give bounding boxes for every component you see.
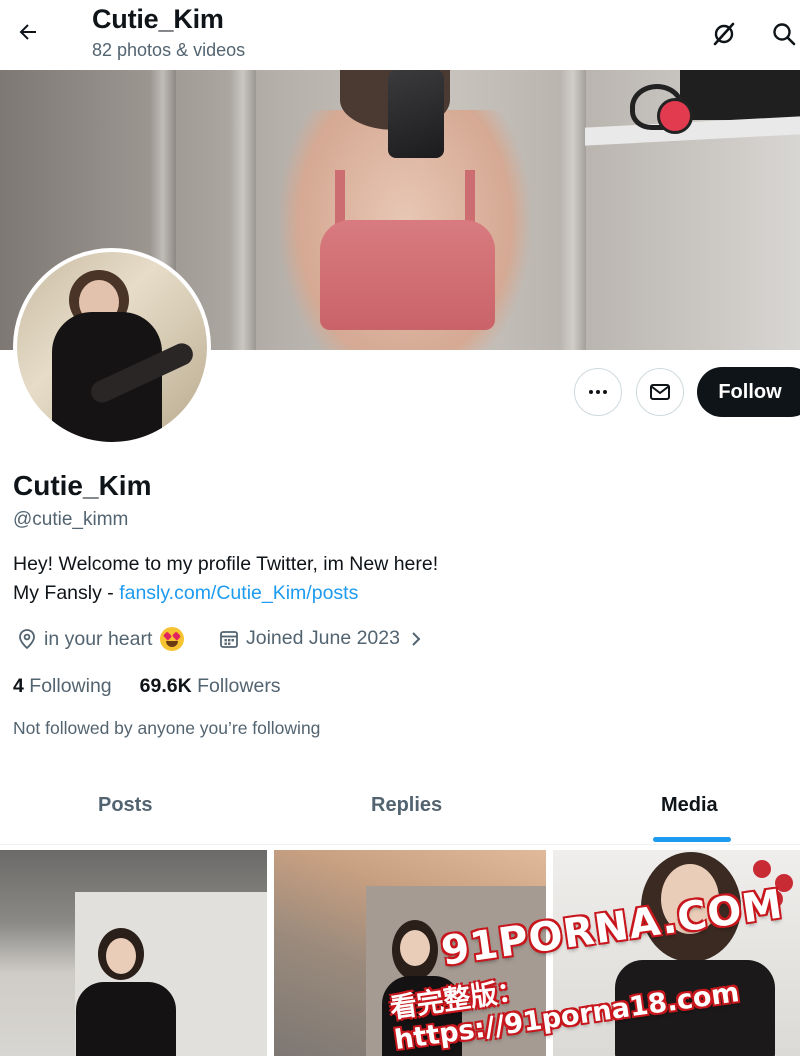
more-horizontal-icon [589, 390, 607, 394]
profile-handle: @cutie_kimm [13, 509, 129, 530]
following-count: 4 [13, 675, 24, 697]
media-decor [753, 860, 771, 878]
banner-decor [320, 220, 495, 330]
tab-media[interactable]: Media [661, 794, 718, 817]
arrow-left-icon [19, 24, 36, 40]
profile-name: Cutie_Kim [13, 470, 152, 501]
media-decor [76, 982, 176, 1056]
header-post-count: 82 photos & videos [92, 40, 246, 60]
active-tab-indicator [653, 837, 731, 842]
header-title: Cutie_Kim [92, 4, 224, 34]
profile-joined[interactable]: Joined June 2023 [218, 627, 432, 650]
back-button[interactable] [8, 12, 48, 52]
grok-button[interactable] [704, 14, 744, 54]
followers-label: Followers [197, 675, 281, 697]
envelope-icon [650, 384, 670, 400]
calendar-icon [220, 630, 238, 648]
top-bar: Cutie_Kim 82 photos & videos [0, 0, 800, 70]
bio-line-2: My Fansly - fansly.com/Cutie_Kim/posts [13, 582, 358, 605]
tab-posts[interactable]: Posts [98, 794, 152, 817]
avatar[interactable] [13, 248, 211, 446]
chevron-right-icon [412, 631, 421, 646]
follow-stats: 4 Following 69.6K Followers [13, 675, 281, 698]
banner-decor [230, 70, 256, 350]
bio-line-1: Hey! Welcome to my profile Twitter, im N… [13, 553, 439, 575]
banner-decor [560, 70, 586, 350]
banner-decor [657, 98, 693, 134]
profile-tabs: Posts Replies Media [0, 770, 800, 845]
profile-location: in your heart [16, 627, 185, 651]
media-decor [400, 930, 430, 966]
tab-replies[interactable]: Replies [371, 794, 442, 817]
followers-count: 69.6K [139, 675, 192, 697]
location-pin-icon [19, 629, 35, 650]
heart-eyes-emoji-icon [160, 627, 185, 651]
search-icon [773, 23, 796, 46]
follow-button[interactable]: Follow [697, 367, 800, 417]
search-button[interactable] [764, 14, 800, 54]
grok-slash-icon [713, 22, 735, 46]
following-label: Following [29, 675, 112, 697]
more-options-button[interactable] [574, 368, 622, 416]
message-button[interactable] [636, 368, 684, 416]
following-link[interactable]: 4 Following [13, 675, 112, 698]
banner-decor [388, 70, 444, 158]
bio-prefix: My Fansly - [13, 582, 120, 604]
banner-decor [680, 70, 800, 120]
location-text: in your heart [44, 627, 153, 650]
followers-link[interactable]: 69.6K Followers [140, 675, 281, 698]
not-followed-note: Not followed by anyone you’re following [13, 718, 321, 738]
banner-decor [585, 116, 800, 146]
media-thumbnail[interactable] [0, 850, 267, 1056]
joined-text: Joined June 2023 [246, 627, 400, 649]
media-decor [106, 938, 136, 974]
bio-link[interactable]: fansly.com/Cutie_Kim/posts [119, 582, 358, 604]
